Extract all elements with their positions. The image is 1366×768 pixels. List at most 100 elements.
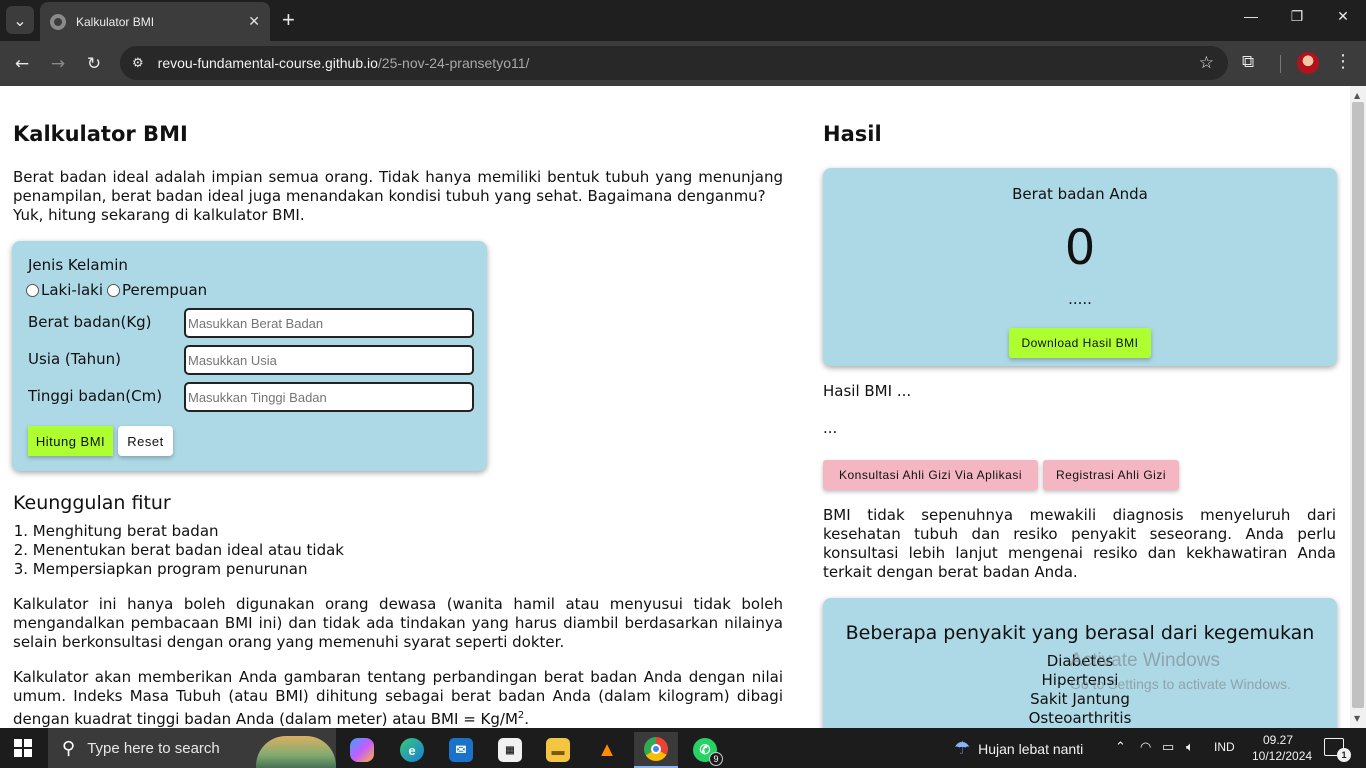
volume-icon[interactable]: 🔈︎ xyxy=(1186,739,1194,755)
bmi-category-dots: ..... xyxy=(1068,290,1092,308)
new-tab-button[interactable]: + xyxy=(282,8,295,32)
windows-start-icon[interactable] xyxy=(14,739,32,757)
calendar-icon: ▦ xyxy=(498,738,522,762)
chrome-icon xyxy=(644,737,668,761)
features-title: Keunggulan fitur xyxy=(13,492,171,514)
notification-count: 1 xyxy=(1337,748,1351,762)
list-item: Sakit Jantung xyxy=(1030,690,1130,708)
taskbar-chrome[interactable] xyxy=(634,732,678,768)
browser-tab[interactable]: Kalkulator BMI ✕ xyxy=(40,2,270,41)
globe-icon xyxy=(50,13,66,30)
folder-icon: ▬ xyxy=(546,738,570,762)
restore-button[interactable]: ❐ xyxy=(1282,8,1312,25)
taskbar-file-explorer[interactable]: ▬ xyxy=(536,732,580,768)
battery-icon[interactable]: ▭ xyxy=(1162,739,1174,755)
download-result-button[interactable]: Download Hasil BMI xyxy=(1009,328,1151,358)
url-host: revou-fundamental-course.github.io xyxy=(157,55,378,71)
weather-widget[interactable]: ☂ Hujan lebat nanti xyxy=(954,738,1083,759)
weight-label: Berat badan(Kg) xyxy=(28,313,152,331)
search-icon: ⚲ xyxy=(62,737,76,759)
taskbar-mail[interactable]: ✉ xyxy=(439,732,483,768)
reset-button[interactable]: Reset xyxy=(118,426,173,456)
intro-line-2: Yuk, hitung sekarang di kalkulator BMI. xyxy=(13,206,305,224)
watermark-subtitle: Go to Settings to activate Windows. xyxy=(1070,676,1291,692)
chevron-down-icon: ⌄ xyxy=(13,10,27,30)
radio-male[interactable] xyxy=(26,283,39,297)
back-arrow-icon[interactable]: ← xyxy=(10,52,34,76)
tab-title: Kalkulator BMI xyxy=(76,14,155,29)
search-highlight-art xyxy=(256,736,336,768)
toolbar-divider xyxy=(1280,55,1281,73)
radio-female[interactable] xyxy=(107,283,121,297)
clock-time: 09.27 xyxy=(1262,733,1294,747)
taskbar-calendar[interactable]: ▦ xyxy=(488,732,532,768)
wifi-icon[interactable]: ◠ xyxy=(1140,739,1151,755)
vlc-cone-icon: ▲ xyxy=(597,738,617,761)
reload-icon[interactable]: ↻ xyxy=(82,52,106,76)
edge-icon: e xyxy=(400,738,424,762)
disclaimer-text: BMI tidak sepenuhnya mewakili diagnosis … xyxy=(823,506,1336,581)
forward-arrow-icon[interactable]: → xyxy=(46,52,70,76)
list-item: 3. Mempersiapkan program penurunan xyxy=(13,560,308,578)
taskbar-clock[interactable]: 09.27 10/12/2024 xyxy=(1252,732,1313,764)
whatsapp-badge: 9 xyxy=(709,752,723,766)
calculate-bmi-button[interactable]: Hitung BMI xyxy=(28,426,113,456)
result-subtitle: Berat badan Anda xyxy=(1012,185,1148,203)
watermark-title: Activate Windows xyxy=(1070,650,1220,671)
site-info-icon[interactable]: ⚙ xyxy=(132,56,144,71)
bmi-result-label: Hasil BMI ... xyxy=(823,382,912,400)
weather-text: Hujan lebat nanti xyxy=(978,740,1084,757)
url-path: /25-nov-24-pransetyo11/ xyxy=(377,55,530,71)
age-input[interactable] xyxy=(184,345,474,375)
features-list: 1. Menghitung berat badan 2. Menentukan … xyxy=(6,522,344,579)
windows-taskbar: ⚲ Type here to search e ✉ ▦ ▬ ▲ ✆ 9 ☂ Hu… xyxy=(0,728,1366,768)
search-placeholder: Type here to search xyxy=(87,739,220,757)
minimize-button[interactable]: — xyxy=(1236,8,1266,24)
radio-male-label[interactable]: Laki-laki xyxy=(41,281,103,299)
taskbar-vlc[interactable]: ▲ xyxy=(585,732,629,768)
scrollbar-thumb[interactable] xyxy=(1352,102,1364,708)
browser-tab-bar: ⌄ Kalkulator BMI ✕ + — ❐ ✕ xyxy=(0,0,1366,41)
extensions-puzzle-icon[interactable]: ⧉ xyxy=(1242,52,1254,72)
address-bar[interactable]: ⚙ revou-fundamental-course.github.io/25-… xyxy=(120,46,1228,80)
page-scrollbar[interactable]: ▲ ▼ xyxy=(1350,86,1366,728)
browser-toolbar: ← → ↻ ⚙ revou-fundamental-course.github.… xyxy=(0,41,1366,86)
list-item: Osteoarthritis xyxy=(1028,709,1132,727)
list-item: 1. Menghitung berat badan xyxy=(13,522,219,540)
height-label: Tinggi badan(Cm) xyxy=(28,387,163,405)
close-tab-icon[interactable]: ✕ xyxy=(248,13,260,30)
taskbar-whatsapp[interactable]: ✆ 9 xyxy=(683,732,727,768)
tray-chevron-up-icon[interactable]: ⌃ xyxy=(1115,739,1126,755)
result-title: Hasil xyxy=(823,122,882,146)
age-label: Usia (Tahun) xyxy=(28,350,122,368)
tab-search-button[interactable]: ⌄ xyxy=(6,6,34,34)
scroll-down-arrow-icon[interactable]: ▼ xyxy=(1354,714,1360,723)
taskbar-search[interactable]: ⚲ Type here to search xyxy=(48,728,336,768)
profile-avatar[interactable] xyxy=(1297,52,1319,74)
page-title: Kalkulator BMI xyxy=(13,122,188,146)
taskbar-edge[interactable]: e xyxy=(390,732,434,768)
language-indicator[interactable]: IND xyxy=(1214,740,1235,754)
weight-input[interactable] xyxy=(184,308,474,338)
usage-note: Kalkulator ini hanya boleh digunakan ora… xyxy=(13,595,783,651)
clock-date: 10/12/2024 xyxy=(1252,749,1313,763)
disease-title: Beberapa penyakit yang berasal dari kege… xyxy=(845,622,1315,644)
radio-female-label[interactable]: Perempuan xyxy=(122,281,207,299)
list-item: 2. Menentukan berat badan ideal atau tid… xyxy=(13,541,344,559)
close-window-button[interactable]: ✕ xyxy=(1328,8,1358,25)
scroll-up-arrow-icon[interactable]: ▲ xyxy=(1354,91,1360,100)
bmi-form-card: Jenis Kelamin Laki-laki Perempuan Berat … xyxy=(12,241,487,471)
rain-umbrella-icon: ☂ xyxy=(954,738,971,758)
height-input[interactable] xyxy=(184,382,474,412)
register-nutritionist-button[interactable]: Registrasi Ahli Gizi xyxy=(1043,460,1179,490)
activate-windows-watermark: Activate Windows Go to Settings to activ… xyxy=(1070,650,1291,692)
consult-nutritionist-button[interactable]: Konsultasi Ahli Gizi Via Aplikasi xyxy=(823,460,1038,490)
mail-icon: ✉ xyxy=(449,738,473,762)
gender-radio-group: Laki-laki Perempuan xyxy=(26,281,207,299)
intro-line-1: Berat badan ideal adalah impian semua or… xyxy=(13,168,783,205)
copilot-icon xyxy=(350,738,374,762)
taskbar-copilot[interactable] xyxy=(340,732,384,768)
bmi-result-description: ... xyxy=(823,419,838,437)
bookmark-star-icon[interactable]: ☆ xyxy=(1199,53,1214,73)
kebab-menu-icon[interactable]: ⋮ xyxy=(1334,51,1352,72)
